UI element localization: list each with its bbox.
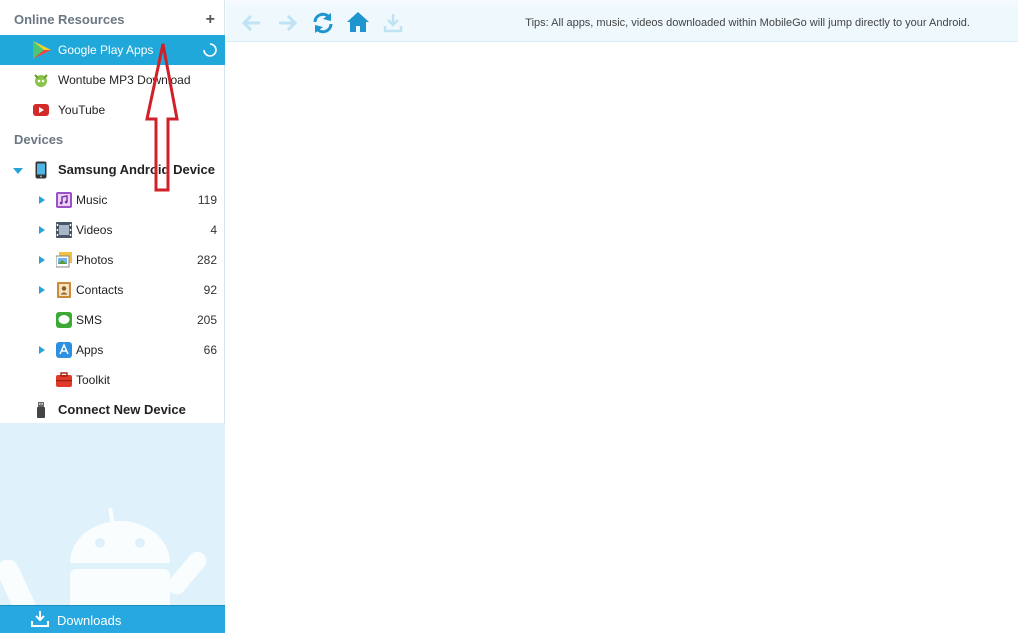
add-resource-button[interactable]: + <box>206 5 215 35</box>
video-icon <box>56 222 72 238</box>
back-arrow-icon[interactable] <box>239 10 265 36</box>
sidebar-item-toolkit[interactable]: Toolkit <box>0 365 225 395</box>
forward-arrow-icon[interactable] <box>274 10 300 36</box>
sidebar-item-sms[interactable]: SMS 205 <box>0 305 225 335</box>
item-count: 119 <box>197 193 217 207</box>
sidebar-item-label: YouTube <box>58 103 106 117</box>
sidebar-item-label: Contacts <box>76 283 124 297</box>
sidebar-item-wontube[interactable]: Wontube MP3 Download <box>0 65 225 95</box>
refresh-icon[interactable] <box>310 10 336 36</box>
phone-icon <box>35 161 47 179</box>
item-count: 4 <box>210 223 217 237</box>
expand-arrow-icon[interactable] <box>39 346 45 354</box>
sidebar-item-label: Music <box>76 193 108 207</box>
expand-arrow-icon[interactable] <box>39 256 45 264</box>
connect-new-device[interactable]: Connect New Device <box>0 395 225 425</box>
device-name: Samsung Android Device <box>58 162 215 177</box>
google-play-icon <box>33 41 51 59</box>
downloads-label: Downloads <box>57 613 122 628</box>
downloads-button[interactable]: Downloads <box>0 605 225 633</box>
devices-title: Devices <box>14 132 64 147</box>
devices-header: Devices <box>0 125 225 155</box>
online-resources-title: Online Resources <box>14 12 125 27</box>
sidebar-item-label: Toolkit <box>76 373 111 387</box>
browser-toolbar: Tips: All apps, music, videos downloaded… <box>226 5 1018 42</box>
sidebar-item-label: Apps <box>76 343 104 357</box>
home-icon[interactable] <box>345 10 371 36</box>
item-count: 92 <box>203 283 217 297</box>
toolkit-icon <box>56 372 72 387</box>
expand-arrow-icon[interactable] <box>39 196 45 204</box>
sidebar: Online Resources + Google Play Apps Wont… <box>0 0 225 633</box>
contacts-icon <box>57 282 71 298</box>
download-icon <box>31 611 49 627</box>
youtube-icon <box>33 104 49 116</box>
expand-arrow-icon[interactable] <box>39 286 45 294</box>
sidebar-item-contacts[interactable]: Contacts 92 <box>0 275 225 305</box>
android-watermark-panel <box>0 423 225 605</box>
sms-icon <box>56 312 72 328</box>
apps-icon <box>56 342 72 358</box>
sidebar-item-google-play-apps[interactable]: Google Play Apps <box>0 35 225 65</box>
connect-new-device-label: Connect New Device <box>58 402 186 417</box>
sidebar-item-apps[interactable]: Apps 66 <box>0 335 225 365</box>
expand-arrow-icon[interactable] <box>39 226 45 234</box>
sidebar-item-photos[interactable]: Photos 282 <box>0 245 225 275</box>
content-area <box>226 42 1018 633</box>
sidebar-item-label: Videos <box>76 223 113 237</box>
sidebar-item-label: Photos <box>76 253 114 267</box>
sidebar-item-label: Wontube MP3 Download <box>58 73 191 87</box>
loading-spinner-icon <box>203 43 217 57</box>
device-samsung-android[interactable]: Samsung Android Device <box>0 155 225 185</box>
item-count: 66 <box>203 343 217 357</box>
usb-icon <box>37 402 45 418</box>
sidebar-item-label: SMS <box>76 313 103 327</box>
online-resources-header: Online Resources + <box>0 5 225 35</box>
photos-icon <box>56 252 72 268</box>
android-logo-icon <box>0 507 207 605</box>
music-icon <box>56 192 72 208</box>
item-count: 205 <box>196 313 217 327</box>
wontube-icon <box>34 74 48 87</box>
item-count: 282 <box>196 253 217 267</box>
collapse-arrow-icon[interactable] <box>13 168 23 174</box>
download-icon[interactable] <box>380 10 406 36</box>
sidebar-item-music[interactable]: Music 119 <box>0 185 225 215</box>
tips-text: Tips: All apps, music, videos downloaded… <box>525 17 970 29</box>
sidebar-item-videos[interactable]: Videos 4 <box>0 215 225 245</box>
sidebar-item-youtube[interactable]: YouTube <box>0 95 225 125</box>
sidebar-item-label: Google Play Apps <box>58 43 154 57</box>
